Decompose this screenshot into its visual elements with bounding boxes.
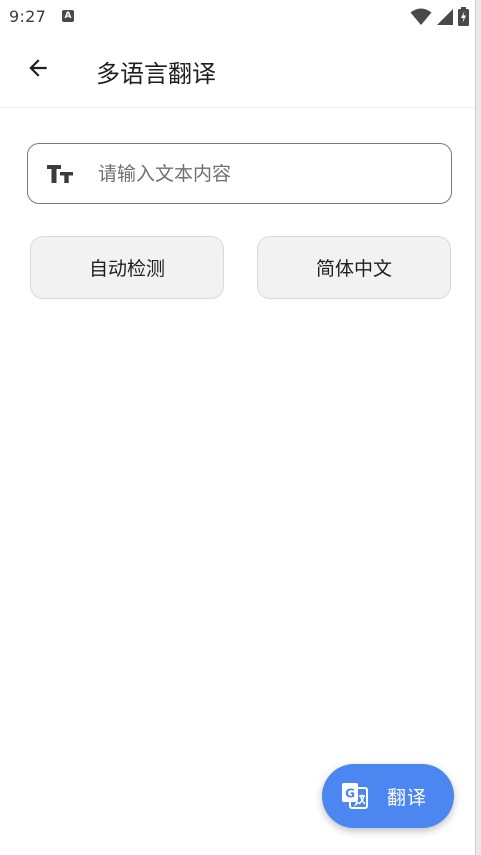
translate-button[interactable]: G 翻译 bbox=[322, 764, 454, 828]
app-bar: 多语言翻译 bbox=[0, 34, 475, 108]
source-language-label: 自动检测 bbox=[88, 258, 165, 280]
svg-text:G: G bbox=[345, 787, 355, 801]
translate-button-label: 翻译 bbox=[387, 786, 428, 809]
screen: 9:27 A 多语言翻译 请输入文本内容 自动检测 简体中文 G 翻译 bbox=[0, 0, 475, 855]
status-time: 9:27 bbox=[9, 7, 47, 26]
battery-charging-icon bbox=[458, 7, 469, 30]
back-button[interactable] bbox=[14, 46, 62, 94]
source-language-button[interactable]: 自动检测 bbox=[30, 236, 224, 299]
status-icons bbox=[410, 7, 469, 30]
window-edge bbox=[475, 0, 481, 855]
text-input[interactable] bbox=[98, 162, 418, 185]
page-title: 多语言翻译 bbox=[96, 60, 216, 88]
notification-icon: A bbox=[62, 10, 74, 22]
text-size-icon bbox=[46, 163, 74, 185]
target-language-button[interactable]: 简体中文 bbox=[257, 236, 451, 299]
arrow-left-icon bbox=[25, 55, 51, 85]
translate-icon: G bbox=[341, 782, 369, 810]
status-bar: 9:27 A bbox=[0, 0, 475, 34]
text-input-field[interactable] bbox=[27, 143, 452, 204]
signal-icon bbox=[436, 8, 454, 30]
target-language-label: 简体中文 bbox=[315, 258, 392, 280]
wifi-icon bbox=[410, 8, 432, 30]
